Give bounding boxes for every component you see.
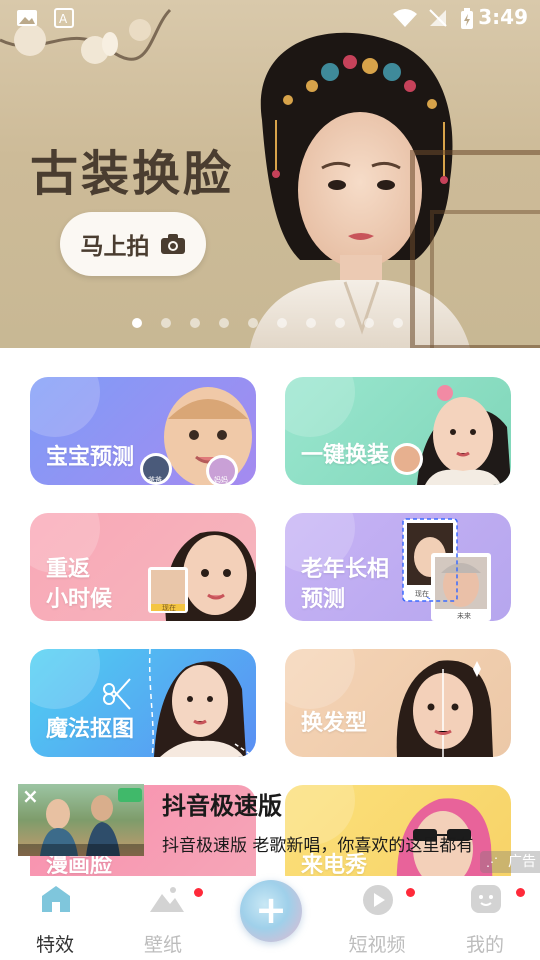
battery-charging-icon bbox=[460, 8, 474, 34]
hair-portrait bbox=[396, 660, 493, 757]
pagination-dot[interactable] bbox=[132, 318, 142, 328]
shoot-now-button[interactable]: 马上拍 bbox=[60, 212, 206, 276]
badge-now: 现在 bbox=[415, 590, 429, 598]
feature-label: 魔法抠图 bbox=[46, 717, 135, 742]
pagination-dot[interactable] bbox=[219, 318, 229, 328]
nav-label: 壁纸 bbox=[143, 934, 182, 956]
nav-label: 我的 bbox=[465, 934, 504, 956]
create-plus-button[interactable]: + bbox=[240, 880, 302, 942]
plus-icon: + bbox=[255, 888, 287, 932]
pagination-dot[interactable] bbox=[277, 318, 287, 328]
banner-title: 古装换脸 bbox=[30, 146, 235, 202]
no-signal-icon bbox=[428, 8, 448, 32]
feature-card-elderly-prediction[interactable]: 老年长相 预测 现在 未来 bbox=[285, 513, 511, 621]
ad-title[interactable]: 抖音极速版 bbox=[162, 786, 282, 821]
window-frame-decoration bbox=[430, 210, 540, 348]
play-icon bbox=[362, 884, 394, 915]
font-notification-icon: A bbox=[54, 8, 74, 32]
pagination-dot[interactable] bbox=[161, 318, 171, 328]
status-bar: A 3:49 bbox=[0, 0, 540, 36]
mountain-icon bbox=[148, 884, 184, 914]
feature-card-hair-change[interactable]: 换发型 bbox=[285, 649, 511, 757]
ad-tag-icon: ⋰ bbox=[486, 855, 498, 869]
svg-text:A: A bbox=[59, 12, 68, 26]
ad-tag: ⋰ 广告 bbox=[480, 851, 540, 873]
pagination-dot[interactable] bbox=[335, 318, 345, 328]
ad-description[interactable]: 抖音极速版 老歌新唱，你喜欢的这里都有 bbox=[162, 831, 473, 856]
face-icon bbox=[470, 884, 502, 914]
pagination-dot[interactable] bbox=[190, 318, 200, 328]
nav-item-short-video[interactable]: 短视频 bbox=[332, 876, 422, 960]
nav-item-mine[interactable]: 我的 bbox=[440, 876, 530, 960]
feature-label: 重返 小时候 bbox=[46, 557, 113, 612]
nav-item-wallpaper[interactable]: 壁纸 bbox=[118, 876, 208, 960]
pagination-dot[interactable] bbox=[248, 318, 258, 328]
gallery-notification-icon bbox=[16, 8, 38, 32]
hero-banner[interactable]: 古装换脸 马上拍 bbox=[0, 0, 540, 348]
banner-pagination bbox=[132, 318, 403, 328]
nav-label: 特效 bbox=[35, 934, 74, 956]
notification-dot bbox=[194, 888, 203, 897]
feature-label: 宝宝预测 bbox=[46, 445, 135, 470]
badge-dad: 爸爸 bbox=[148, 476, 162, 484]
shoot-now-label: 马上拍 bbox=[80, 234, 150, 260]
notification-dot bbox=[406, 888, 415, 897]
feature-label: 换发型 bbox=[301, 711, 368, 736]
camera-icon bbox=[160, 233, 186, 255]
home-icon bbox=[40, 884, 72, 914]
wifi-icon bbox=[392, 8, 418, 32]
feature-card-magic-cutout[interactable]: 魔法抠图 bbox=[30, 649, 256, 757]
pagination-dot[interactable] bbox=[364, 318, 374, 328]
status-time: 3:49 bbox=[478, 5, 528, 29]
feature-label: 老年长相 预测 bbox=[301, 557, 390, 612]
ad-tag-label: 广告 bbox=[508, 854, 536, 870]
feature-card-childhood[interactable]: 重返 小时候 现在 bbox=[30, 513, 256, 621]
badge-now: 现在 bbox=[162, 604, 176, 612]
badge-future: 未来 bbox=[457, 612, 471, 620]
feature-label: 一键换装 bbox=[301, 443, 390, 468]
feature-card-outfit-swap[interactable]: 一键换装 bbox=[285, 377, 511, 485]
nav-label: 短视频 bbox=[348, 934, 406, 956]
nav-item-effects[interactable]: 特效 bbox=[10, 876, 100, 960]
ad-close-icon[interactable]: × bbox=[22, 786, 39, 806]
feature-card-baby-prediction[interactable]: 宝宝预测 爸爸 妈妈 bbox=[30, 377, 256, 485]
notification-dot bbox=[516, 888, 525, 897]
badge-mom: 妈妈 bbox=[214, 476, 228, 484]
pagination-dot[interactable] bbox=[393, 318, 403, 328]
pagination-dot[interactable] bbox=[306, 318, 316, 328]
